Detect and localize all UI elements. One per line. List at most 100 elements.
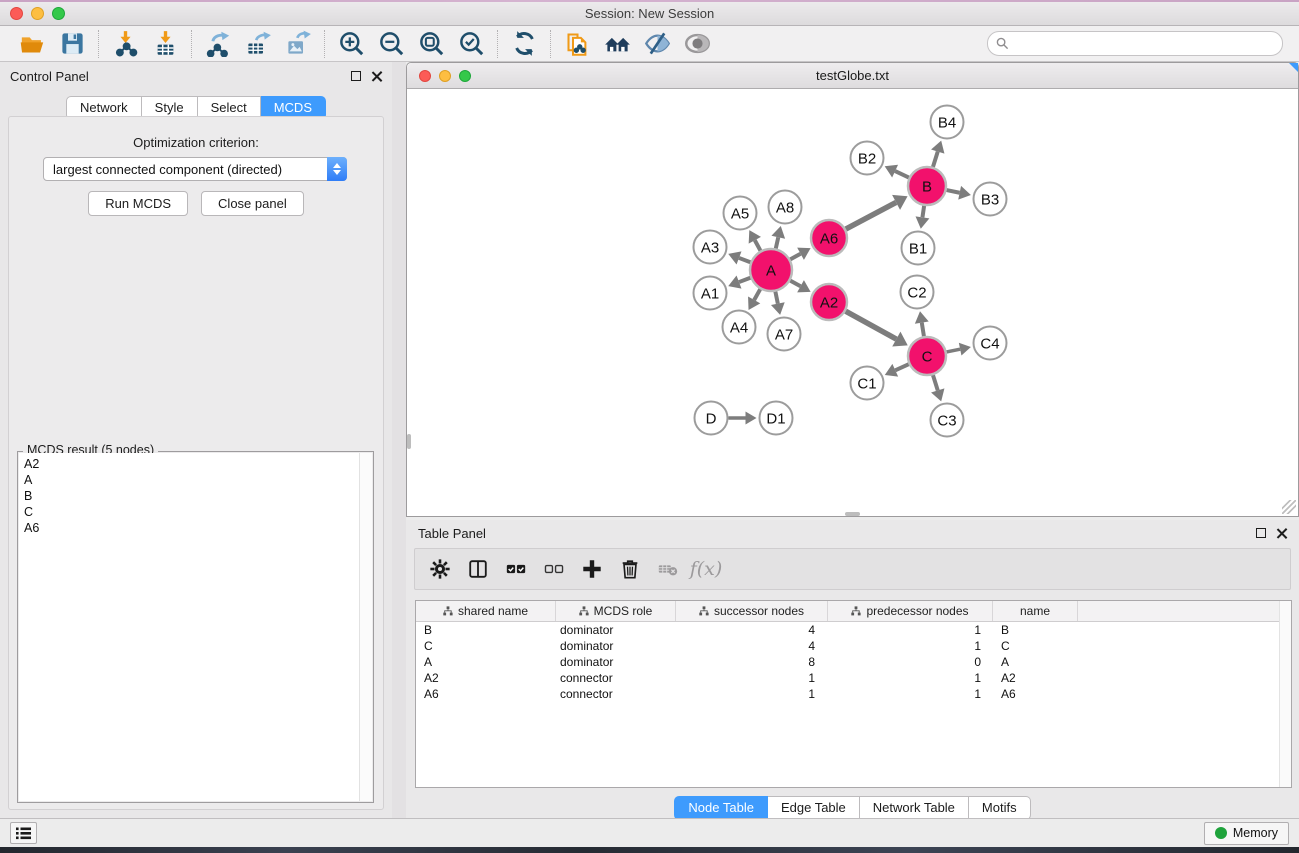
- edge-A6-B[interactable]: [846, 202, 896, 229]
- vertical-scroll-thumb[interactable]: [407, 434, 411, 449]
- edge-A-A5[interactable]: [755, 240, 761, 250]
- zoom-out-icon: [378, 30, 405, 57]
- node-table: shared name MCDS role successor nodes prede…: [415, 600, 1292, 788]
- panel-splitter[interactable]: [392, 62, 406, 818]
- edge-A-A7[interactable]: [775, 292, 777, 304]
- node-label-B4: B4: [938, 114, 956, 131]
- edge-B-B1[interactable]: [922, 206, 924, 218]
- table-row[interactable]: Adominator80A: [416, 654, 1291, 670]
- float-panel-icon[interactable]: [351, 71, 361, 81]
- table-cell: A6: [416, 687, 556, 701]
- edge-C-C2[interactable]: [922, 323, 924, 337]
- column-label: shared name: [458, 604, 528, 618]
- mcds-result-item[interactable]: B: [24, 488, 372, 504]
- float-table-panel-icon[interactable]: [1256, 528, 1266, 538]
- table-scrollbar[interactable]: [1279, 601, 1291, 787]
- tab-network-table[interactable]: Network Table: [860, 796, 969, 820]
- zoom-fit-button[interactable]: [413, 29, 449, 59]
- table-options-gear-button[interactable]: [425, 554, 455, 584]
- memory-button[interactable]: Memory: [1204, 822, 1289, 845]
- show-column-button[interactable]: [463, 554, 493, 584]
- mcds-result-item[interactable]: A2: [24, 456, 372, 472]
- delete-column-button[interactable]: [615, 554, 645, 584]
- column-header-successor-nodes[interactable]: successor nodes: [676, 601, 828, 621]
- zoom-out-button[interactable]: [373, 29, 409, 59]
- close-panel-icon[interactable]: [371, 71, 382, 82]
- show-graphics-details-button[interactable]: [679, 29, 715, 59]
- node-label-D1: D1: [766, 410, 785, 427]
- table-row[interactable]: Cdominator41C: [416, 638, 1291, 654]
- search-field[interactable]: [987, 31, 1283, 56]
- zoom-selected-icon: [458, 30, 485, 57]
- edge-A-A8[interactable]: [776, 237, 779, 248]
- edge-B-B2[interactable]: [895, 171, 909, 177]
- task-history-button[interactable]: [10, 822, 37, 844]
- horizontal-scroll-thumb[interactable]: [845, 512, 860, 516]
- zoom-in-button[interactable]: [333, 29, 369, 59]
- apply-layout-button[interactable]: [506, 29, 542, 59]
- session-title: Session: New Session: [0, 6, 1299, 21]
- create-column-button[interactable]: [577, 554, 607, 584]
- edge-A-A6[interactable]: [790, 254, 800, 260]
- edge-A-A4[interactable]: [754, 289, 760, 300]
- column-header-predecessor-nodes[interactable]: predecessor nodes: [828, 601, 993, 621]
- column-header-MCDS-role[interactable]: MCDS role: [556, 601, 676, 621]
- column-label: successor nodes: [714, 604, 804, 618]
- tab-motifs[interactable]: Motifs: [969, 796, 1031, 820]
- search-input[interactable]: [1014, 37, 1274, 51]
- import-network-button[interactable]: [107, 29, 143, 59]
- table-toolbar: f(x): [414, 548, 1291, 590]
- deselect-all-columns-button[interactable]: [539, 554, 569, 584]
- save-floppy-icon: [59, 30, 86, 57]
- table-row[interactable]: A6connector11A6: [416, 686, 1291, 702]
- node-label-A1: A1: [701, 285, 719, 302]
- resize-grip-icon[interactable]: [1282, 500, 1296, 514]
- function-builder-button[interactable]: f(x): [691, 554, 721, 584]
- app-window: Session: New Session: [0, 0, 1299, 853]
- edge-C-C3[interactable]: [933, 375, 938, 390]
- import-table-button[interactable]: [147, 29, 183, 59]
- hide-graphics-details-button[interactable]: [639, 29, 675, 59]
- arrowhead-icon: [771, 226, 785, 239]
- delete-table-button[interactable]: [653, 554, 683, 584]
- tab-edge-table[interactable]: Edge Table: [768, 796, 860, 820]
- desktop-background: [0, 847, 1299, 853]
- save-session-button[interactable]: [54, 29, 90, 59]
- edge-A-A2[interactable]: [790, 281, 800, 287]
- table-cell: B: [416, 623, 556, 637]
- network-graph: B4B2BB3A5A8A6B1A3AA1C2A2A4A7C4CC1C3DD1: [407, 90, 1298, 516]
- zoom-selected-button[interactable]: [453, 29, 489, 59]
- edge-A-A3[interactable]: [739, 258, 750, 262]
- edge-B-B4[interactable]: [933, 152, 938, 167]
- edge-B-B3[interactable]: [947, 190, 960, 193]
- clone-network-button[interactable]: [559, 29, 595, 59]
- tab-node-table[interactable]: Node Table: [674, 796, 768, 820]
- column-header-shared-name[interactable]: shared name: [416, 601, 556, 621]
- open-session-button[interactable]: [14, 29, 50, 59]
- mcds-result-item[interactable]: A: [24, 472, 372, 488]
- close-table-panel-icon[interactable]: [1276, 528, 1287, 539]
- export-network-button[interactable]: [200, 29, 236, 59]
- optimization-criterion-label: Optimization criterion:: [9, 135, 383, 150]
- edge-C-C1[interactable]: [895, 364, 908, 370]
- criterion-dropdown[interactable]: largest connected component (directed): [43, 157, 347, 181]
- export-image-button[interactable]: [280, 29, 316, 59]
- mcds-result-item[interactable]: A6: [24, 520, 372, 536]
- close-panel-button[interactable]: Close panel: [201, 191, 304, 216]
- export-table-button[interactable]: [240, 29, 276, 59]
- network-canvas[interactable]: B4B2BB3A5A8A6B1A3AA1C2A2A4A7C4CC1C3DD1: [407, 90, 1298, 516]
- home-browser-button[interactable]: [599, 29, 635, 59]
- table-row[interactable]: A2connector11A2: [416, 670, 1291, 686]
- column-label: MCDS role: [594, 604, 653, 618]
- table-cell: 1: [676, 671, 828, 685]
- run-mcds-button[interactable]: Run MCDS: [88, 191, 188, 216]
- mcds-result-item[interactable]: C: [24, 504, 372, 520]
- result-scrollbar[interactable]: [359, 453, 372, 801]
- table-row[interactable]: Bdominator41B: [416, 622, 1291, 638]
- edge-A-A1[interactable]: [739, 278, 750, 282]
- table-cell: B: [993, 623, 1078, 637]
- column-header-name[interactable]: name: [993, 601, 1078, 621]
- select-all-columns-button[interactable]: [501, 554, 531, 584]
- edge-A2-C[interactable]: [846, 311, 897, 339]
- edge-C-C4[interactable]: [947, 349, 961, 352]
